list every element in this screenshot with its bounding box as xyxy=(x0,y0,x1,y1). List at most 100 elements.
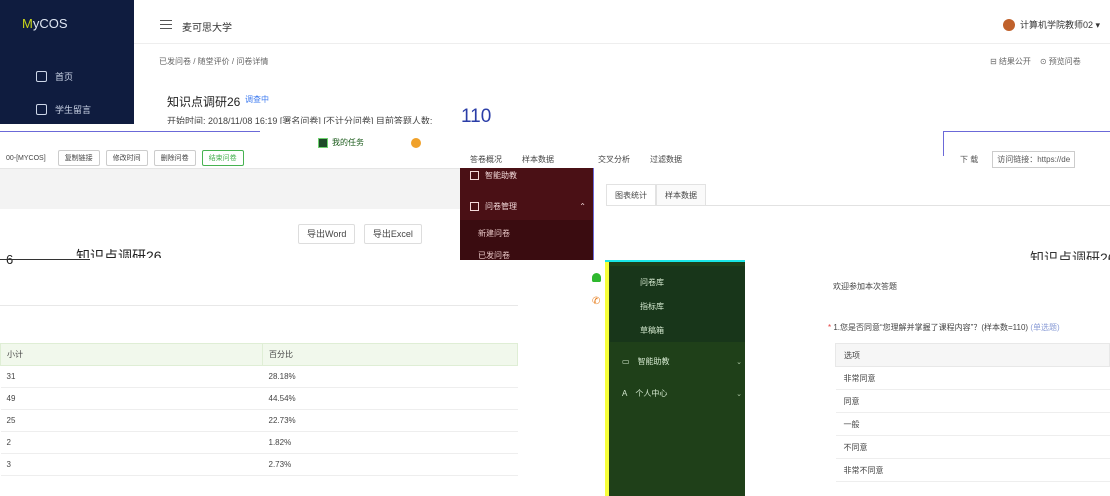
survey-code: 00-[MYCOS] xyxy=(0,152,52,164)
download-button[interactable]: 下 载 xyxy=(960,154,978,165)
top-actions: ⊟ 结果公开 ⊙ 预览问卷 xyxy=(990,56,1081,67)
tab-overview[interactable]: 答卷概况 xyxy=(470,154,502,165)
survey-title-right: 知识点调研26 xyxy=(1030,250,1110,260)
divider xyxy=(0,259,90,260)
tab-filter-data[interactable]: 过滤数据 xyxy=(650,154,682,165)
sidebar-item-indicator-library[interactable]: 指标库 xyxy=(640,301,664,312)
export-word-button[interactable]: 导出Word xyxy=(298,224,356,244)
action-row: 00-[MYCOS] 复制链接 修改时间 删除问卷 结束问卷 xyxy=(0,148,244,168)
phone-icon[interactable]: ✆ xyxy=(592,297,602,307)
chevron-down-icon: ⌄ xyxy=(736,358,742,366)
divider xyxy=(943,131,1110,132)
tab-cross-analysis[interactable]: 交叉分析 xyxy=(598,154,630,165)
cell-count: 49 xyxy=(0,387,263,410)
person-icon: A xyxy=(622,389,628,398)
sidebar-group-survey[interactable]: 问卷管理 ⌃ xyxy=(470,201,586,212)
cell-count: 3 xyxy=(0,453,263,476)
analysis-title: 知识点调研26 xyxy=(76,248,162,258)
tab-sample-data-right[interactable]: 样本数据 xyxy=(656,184,706,205)
page-title: 知识点调研26 xyxy=(167,95,241,109)
status-badge: 调查中 xyxy=(245,95,269,104)
table-row: 25 22.73% xyxy=(0,409,518,432)
sidebar-item-personal-center[interactable]: A 个人中心 ⌄ xyxy=(622,388,742,399)
tab-sample-data[interactable]: 样本数据 xyxy=(522,154,554,165)
cell-percent: 44.54% xyxy=(262,387,518,410)
copy-link-button[interactable]: 复制链接 xyxy=(57,150,100,166)
table-row: 同意 xyxy=(835,389,1110,413)
divider xyxy=(593,168,594,260)
option-cell: 同意 xyxy=(835,389,1110,413)
option-cell: 非常同意 xyxy=(835,366,1110,390)
table-row: 一般 xyxy=(835,412,1110,436)
tab-row: 答卷概况 样本数据 xyxy=(470,154,554,165)
avatar xyxy=(1003,18,1015,31)
gray-strip xyxy=(0,168,460,209)
sidebar-item-smart-assistant[interactable]: ▭ 智能助教 ⌄ xyxy=(622,356,742,367)
question-type: (单选题) xyxy=(1030,323,1060,332)
sidebar-item-drafts[interactable]: 草稿箱 xyxy=(640,325,664,336)
monitor-icon: ▭ xyxy=(622,357,630,366)
sidebar-submenu xyxy=(610,266,745,342)
col-option: 选项 xyxy=(835,343,1110,367)
download-row: 下 载 访问链接：https://de xyxy=(960,151,1076,168)
table-row: 31 28.18% xyxy=(0,365,518,388)
sidebar-item-label: 问卷管理 xyxy=(485,202,517,211)
sidebar-item-messages[interactable]: 学生留言 xyxy=(36,103,91,116)
sidebar-item-label: 学生留言 xyxy=(55,105,92,115)
cell-percent: 1.82% xyxy=(262,431,518,454)
option-cell: 一般 xyxy=(835,412,1110,436)
side-accent xyxy=(605,262,609,496)
sidebar-item-assistant[interactable]: 智能助教 xyxy=(470,170,517,181)
sidebar-item-label: 首页 xyxy=(55,72,74,82)
option-cell: 非常不同意 xyxy=(835,458,1110,482)
end-survey-button[interactable]: 结束问卷 xyxy=(201,150,244,166)
divider xyxy=(0,131,260,132)
preview-survey-button[interactable]: ⊙ 预览问卷 xyxy=(1040,57,1081,66)
col-subtotal: 小计 xyxy=(0,343,263,366)
sidebar-item-label: 智能助教 xyxy=(637,357,670,366)
sidebar-item-new-survey[interactable]: 新建问卷 xyxy=(478,228,510,239)
option-cell: 不同意 xyxy=(835,435,1110,459)
chevron-up-icon: ⌃ xyxy=(579,202,586,211)
breadcrumb[interactable]: 已发问卷 / 随堂评价 / 问卷详情 xyxy=(159,56,268,67)
app-logo[interactable]: MyCOS xyxy=(22,16,68,31)
table-row: 不同意 xyxy=(835,435,1110,459)
cell-count: 31 xyxy=(0,365,263,388)
sidebar-item-label: 智能助教 xyxy=(485,171,517,180)
sidebar-item-survey-library[interactable]: 问卷库 xyxy=(640,277,664,288)
survey-manage-icon xyxy=(470,202,479,211)
right-tabs: 图表统计 样本数据 xyxy=(606,184,1110,206)
options-table: 选项 非常同意 同意 一般 不同意 非常不同意 xyxy=(835,343,1110,482)
export-buttons: 导出Word 导出Excel xyxy=(298,224,422,244)
question-label: 1.您是否同意“您理解并掌握了课程内容”？(样本数=110) xyxy=(833,323,1029,332)
edit-time-button[interactable]: 修改时间 xyxy=(105,150,148,166)
my-tasks[interactable]: 我的任务 xyxy=(318,137,364,148)
publish-results-button[interactable]: ⊟ 结果公开 xyxy=(990,57,1031,66)
access-link[interactable]: 访问链接：https://de xyxy=(992,151,1076,168)
tab-chart-stats[interactable]: 图表统计 xyxy=(606,184,656,205)
cell-count: 25 xyxy=(0,409,263,432)
chevron-down-icon: ⌄ xyxy=(736,390,742,398)
assistant-icon xyxy=(470,171,479,180)
sidebar-item-home[interactable]: 首页 xyxy=(36,70,73,83)
user-menu[interactable]: 计算机学院教师02 ▾ xyxy=(1003,18,1100,31)
cell-count: 2 xyxy=(0,431,263,454)
coin-icon[interactable] xyxy=(411,138,421,148)
table-row: 非常同意 xyxy=(835,366,1110,390)
table-row: 3 2.73% xyxy=(0,453,518,476)
respondent-count: 110 xyxy=(461,106,492,124)
my-tasks-label: 我的任务 xyxy=(332,138,364,147)
menu-icon[interactable] xyxy=(160,20,172,29)
bell-icon[interactable] xyxy=(592,273,601,282)
table-row: 2 1.82% xyxy=(0,431,518,454)
sidebar-item-sent-surveys[interactable]: 已发问卷 xyxy=(478,250,510,259)
logo-m: M xyxy=(22,16,33,31)
table-header: 选项 xyxy=(835,343,1110,367)
export-excel-button[interactable]: 导出Excel xyxy=(363,224,422,244)
table-row: 49 44.54% xyxy=(0,387,518,410)
logo-rest: yCOS xyxy=(32,16,68,31)
home-icon xyxy=(36,71,47,82)
cell-percent: 22.73% xyxy=(262,409,518,432)
divider xyxy=(0,305,518,306)
delete-survey-button[interactable]: 删除问卷 xyxy=(153,150,196,166)
